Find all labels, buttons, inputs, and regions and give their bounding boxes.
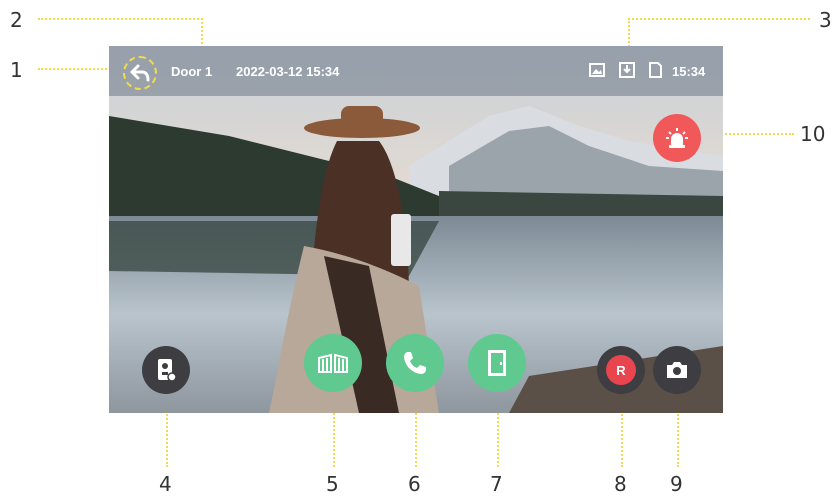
callout-line-1 — [38, 68, 118, 70]
door-label: Door 1 — [171, 64, 213, 79]
callout-2: 2 — [10, 8, 23, 32]
download-icon[interactable] — [619, 62, 635, 78]
video-screen: Door 1 2022-03-12 15:34 15:34 R — [109, 46, 723, 413]
gate-unlock-icon — [318, 353, 348, 373]
callout-1: 1 — [10, 58, 23, 82]
snapshot-button[interactable] — [653, 346, 701, 394]
clock: 15:34 — [672, 64, 706, 79]
callout-4: 4 — [159, 472, 172, 496]
phone-icon — [404, 352, 426, 374]
callout-7: 7 — [490, 472, 503, 496]
status-bar: Door 1 2022-03-12 15:34 15:34 — [109, 46, 723, 96]
callout-3: 3 — [819, 8, 832, 32]
monitor-switch-icon — [158, 359, 177, 382]
sd-card-icon[interactable] — [647, 62, 663, 78]
camera-icon — [667, 362, 687, 378]
date-time: 2022-03-12 15:34 — [236, 64, 340, 79]
monitor-switch-button[interactable] — [142, 346, 190, 394]
door-icon — [488, 350, 506, 376]
callout-9: 9 — [670, 472, 683, 496]
callout-5: 5 — [326, 472, 339, 496]
alarm-siren-icon — [666, 128, 688, 148]
record-label: R — [616, 362, 626, 378]
back-button[interactable] — [123, 56, 157, 90]
record-button[interactable]: R — [597, 346, 645, 394]
callout-6: 6 — [408, 472, 421, 496]
unlock-gate-button[interactable] — [304, 334, 362, 392]
call-button[interactable] — [386, 334, 444, 392]
record-icon: R — [606, 355, 636, 385]
alarm-button[interactable] — [653, 114, 701, 162]
back-arrow-icon — [130, 64, 150, 82]
callout-8: 8 — [614, 472, 627, 496]
image-icon[interactable] — [589, 62, 605, 78]
door-button[interactable] — [468, 334, 526, 392]
callout-10: 10 — [800, 122, 826, 146]
